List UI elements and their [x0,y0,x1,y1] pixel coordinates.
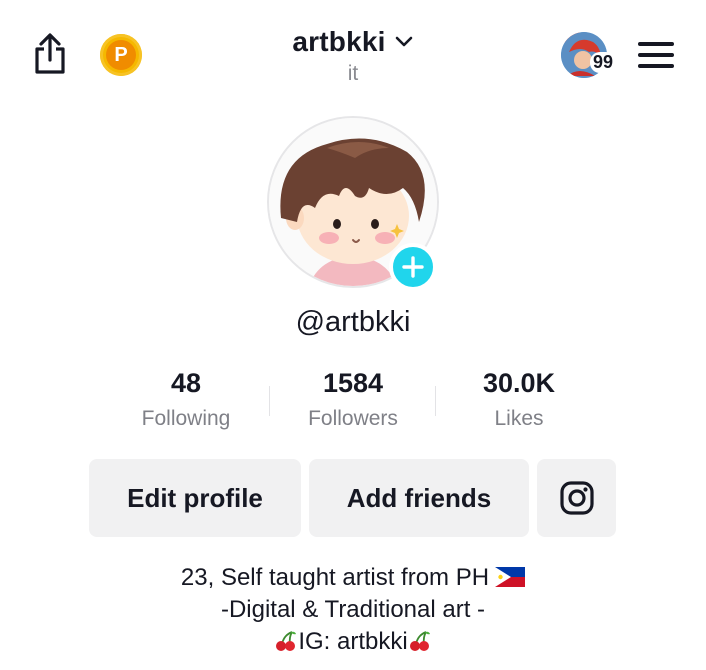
stat-value: 30.0K [482,368,556,398]
story-count-badge: 99 [590,52,617,73]
philippines-flag-icon [495,567,526,587]
plus-icon [402,256,424,278]
stat-label: Likes [494,407,544,430]
add-story-button[interactable] [389,243,437,291]
instagram-button[interactable] [537,459,616,537]
bio-line: 23, Self taught artist from PH [0,562,706,594]
stat-divider [269,386,270,416]
profile-handle: @artbkki [295,306,411,338]
stat-followers[interactable]: 1584 Followers [273,366,433,432]
cherry-icon [276,631,297,651]
instagram-icon [559,481,594,515]
bio-line: IG: artbkki [0,626,706,658]
username-title[interactable]: artbkki [292,26,385,58]
stat-likes[interactable]: 30.0K Likes [439,366,599,432]
edit-profile-button[interactable]: Edit profile [89,459,301,537]
stat-label: Following [141,407,231,430]
chevron-down-icon[interactable] [394,32,414,52]
bio-text: 23, Self taught artist from PH [180,564,490,591]
stat-label: Followers [308,407,398,430]
bio-line: -Digital & Traditional art - [220,596,486,623]
stat-value: 1584 [322,368,384,398]
cherry-icon [409,631,430,651]
menu-button[interactable] [638,40,674,70]
add-friends-button[interactable]: Add friends [309,459,529,537]
stat-following[interactable]: 48 Following [106,366,266,432]
stat-divider [435,386,436,416]
stat-value: 48 [170,368,202,398]
bio-text: IG: artbkki [298,628,408,655]
